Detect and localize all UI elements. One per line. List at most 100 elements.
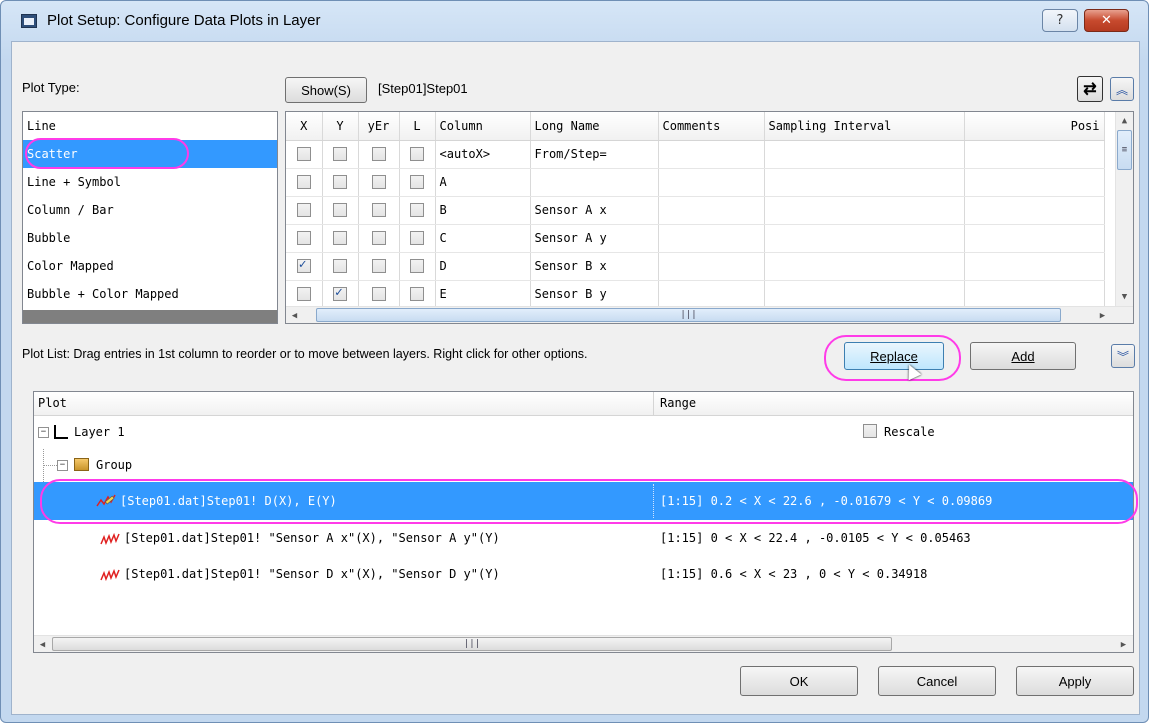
col-header-position[interactable]: Posi — [964, 112, 1105, 141]
apply-button[interactable]: Apply — [1016, 666, 1134, 696]
plot-column-header[interactable]: Plot — [38, 396, 67, 410]
l-checkbox[interactable] — [410, 175, 424, 190]
plot-entry-row[interactable]: [Step01.dat]Step01! "Sensor A x"(X), "Se… — [34, 520, 1133, 556]
close-button[interactable]: ✕ — [1084, 9, 1129, 32]
columns-table: X Y yEr L Column Long Name Comments Samp… — [285, 111, 1134, 324]
long-name-cell: Sensor A x — [530, 196, 659, 225]
y-checkbox[interactable] — [333, 285, 347, 302]
plot-type-list[interactable]: Line Scatter Line + Symbol Column / Bar … — [22, 111, 278, 324]
group-label: Group — [96, 458, 133, 472]
yer-checkbox[interactable] — [371, 175, 386, 190]
plot-type-item-column-bar[interactable]: Column / Bar — [23, 196, 277, 224]
l-checkbox[interactable] — [410, 287, 424, 302]
double-chevron-up-icon[interactable]: ︽ — [1110, 77, 1134, 101]
ok-button[interactable]: OK — [740, 666, 858, 696]
horizontal-scroll-thumb[interactable]: ||| — [316, 308, 1061, 322]
plot-entry-range: [1:15] 0 < X < 22.4 , -0.0105 < Y < 0.05… — [660, 531, 971, 545]
plot-type-item-color-mapped[interactable]: Color Mapped — [23, 252, 277, 280]
layer-label: Layer 1 — [74, 425, 125, 439]
dialog-body: Plot Type: Line Scatter Line + Symbol Co… — [11, 41, 1140, 715]
rescale-checkbox[interactable] — [863, 424, 877, 438]
col-header-l[interactable]: L — [399, 112, 436, 141]
columns-horizontal-scrollbar[interactable]: ◀ ||| ▶ — [286, 306, 1133, 323]
scroll-left-arrow-icon[interactable]: ◀ — [34, 636, 51, 652]
x-checkbox[interactable] — [296, 203, 311, 218]
yer-checkbox[interactable] — [371, 287, 386, 302]
add-button[interactable]: Add — [970, 342, 1076, 370]
long-name-cell: From/Step= — [530, 140, 659, 169]
col-header-comments[interactable]: Comments — [658, 112, 765, 141]
layer-row[interactable]: − Layer 1 Rescale — [34, 416, 1133, 449]
swap-arrows-icon[interactable]: ⇄ — [1077, 76, 1103, 102]
col-header-sampling-interval[interactable]: Sampling Interval — [764, 112, 965, 141]
plot-type-item-bubble[interactable]: Bubble — [23, 224, 277, 252]
x-checkbox[interactable] — [296, 175, 311, 190]
scroll-up-arrow-icon[interactable]: ▲ — [1116, 112, 1133, 129]
plot-entry-name: [Step01.dat]Step01! "Sensor D x"(X), "Se… — [124, 567, 500, 581]
yer-checkbox[interactable] — [371, 231, 386, 246]
col-header-long-name[interactable]: Long Name — [530, 112, 659, 141]
yer-checkbox[interactable] — [371, 259, 386, 274]
plot-type-item-scatter[interactable]: Scatter — [23, 140, 277, 168]
table-row: B Sensor A x — [286, 196, 1105, 225]
y-checkbox[interactable] — [333, 203, 347, 218]
l-checkbox[interactable] — [410, 203, 424, 218]
comments-cell — [658, 252, 765, 281]
plot-entry-range: [1:15] 0.6 < X < 23 , 0 < Y < 0.34918 — [660, 567, 928, 581]
rescale-label: Rescale — [884, 425, 935, 439]
plot-type-item-bubble-color-mapped[interactable]: Bubble + Color Mapped — [23, 280, 277, 308]
comments-cell — [658, 196, 765, 225]
l-checkbox[interactable] — [410, 259, 424, 274]
l-checkbox[interactable] — [410, 231, 424, 246]
show-button[interactable]: Show(S) — [285, 77, 367, 103]
collapse-layer-icon[interactable]: − — [38, 427, 49, 438]
y-checkbox[interactable] — [333, 147, 347, 162]
plot-type-item-line[interactable]: Line — [23, 112, 277, 140]
columns-vertical-scrollbar[interactable]: ▲ ≡ ▼ — [1115, 112, 1133, 306]
scroll-left-arrow-icon[interactable]: ◀ — [286, 307, 303, 323]
col-header-yer[interactable]: yEr — [358, 112, 400, 141]
scatter-plot-icon — [96, 494, 116, 507]
table-row: D Sensor B x — [286, 252, 1105, 281]
x-checkbox[interactable] — [296, 231, 311, 246]
range-column-header[interactable]: Range — [660, 396, 696, 410]
y-checkbox[interactable] — [333, 175, 347, 190]
scroll-right-arrow-icon[interactable]: ▶ — [1094, 307, 1111, 323]
plot-entry-row[interactable]: [Step01.dat]Step01! "Sensor D x"(X), "Se… — [34, 556, 1133, 592]
l-checkbox[interactable] — [410, 147, 424, 162]
scroll-right-arrow-icon[interactable]: ▶ — [1115, 636, 1132, 652]
y-checkbox[interactable] — [333, 259, 347, 274]
plot-list-horizontal-scrollbar[interactable]: ◀ ||| ▶ — [34, 635, 1133, 652]
sampling-cell — [764, 140, 965, 169]
col-header-column[interactable]: Column — [435, 112, 531, 141]
x-checkbox[interactable] — [296, 257, 311, 274]
plot-list-tree: Plot Range − Layer 1 Rescale − Group [St… — [33, 391, 1134, 653]
cancel-button[interactable]: Cancel — [878, 666, 996, 696]
x-checkbox[interactable] — [296, 287, 311, 302]
app-window-icon — [21, 14, 37, 28]
vertical-scroll-thumb[interactable]: ≡ — [1117, 130, 1132, 170]
column-cell: B — [435, 196, 531, 225]
col-header-x[interactable]: X — [286, 112, 323, 141]
yer-checkbox[interactable] — [371, 203, 386, 218]
replace-button[interactable]: Replace — [844, 342, 944, 370]
plot-type-list-footer — [23, 310, 277, 323]
scroll-down-arrow-icon[interactable]: ▼ — [1116, 288, 1133, 305]
group-row[interactable]: − Group — [34, 449, 1133, 482]
comments-cell — [658, 224, 765, 253]
comments-cell — [658, 140, 765, 169]
help-button[interactable]: ? — [1042, 9, 1078, 32]
sampling-cell — [764, 168, 965, 197]
col-header-y[interactable]: Y — [322, 112, 359, 141]
long-name-cell: Sensor B x — [530, 252, 659, 281]
x-checkbox[interactable] — [296, 147, 311, 162]
yer-checkbox[interactable] — [371, 147, 386, 162]
double-chevron-down-icon[interactable]: ︾ — [1111, 344, 1135, 368]
line-plot-icon — [100, 532, 120, 546]
collapse-group-icon[interactable]: − — [57, 460, 68, 471]
y-checkbox[interactable] — [333, 231, 347, 246]
layer-axes-icon — [54, 425, 68, 439]
plot-type-item-line-symbol[interactable]: Line + Symbol — [23, 168, 277, 196]
plot-entry-row[interactable]: [Step01.dat]Step01! D(X), E(Y) [1:15] 0.… — [34, 482, 1133, 520]
horizontal-scroll-thumb[interactable]: ||| — [52, 637, 892, 651]
